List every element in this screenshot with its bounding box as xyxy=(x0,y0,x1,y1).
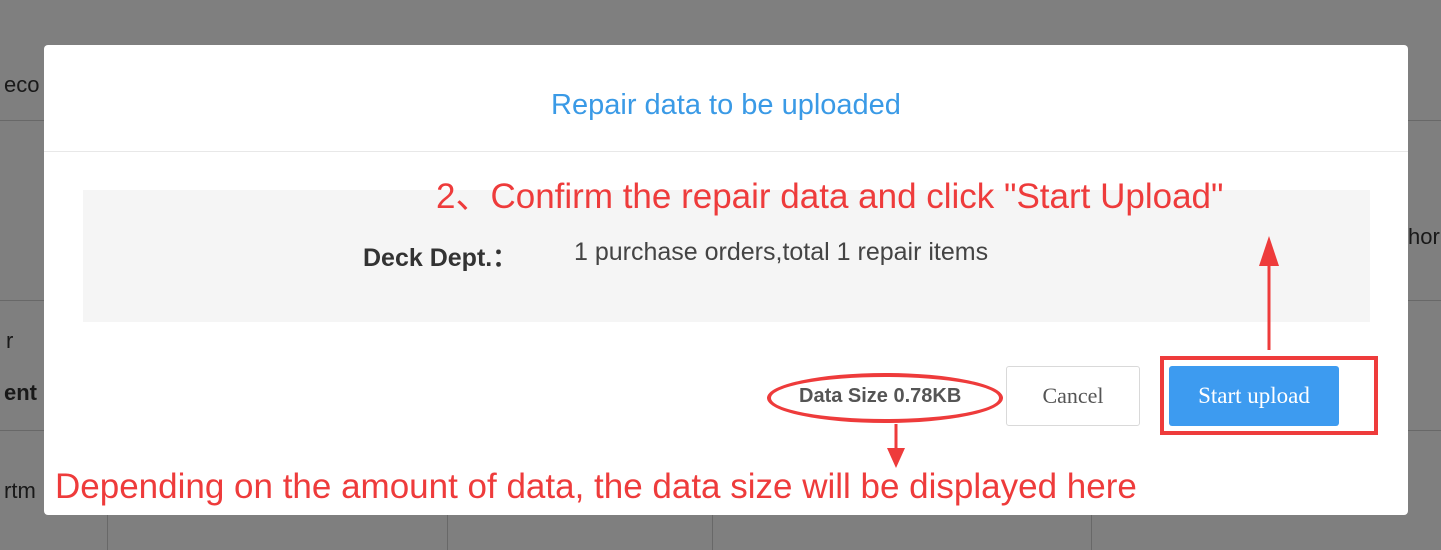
arrow-up-icon xyxy=(1259,236,1279,350)
annotation-data-size-note: Depending on the amount of data, the dat… xyxy=(55,467,1137,506)
arrow-down-icon xyxy=(887,424,905,468)
